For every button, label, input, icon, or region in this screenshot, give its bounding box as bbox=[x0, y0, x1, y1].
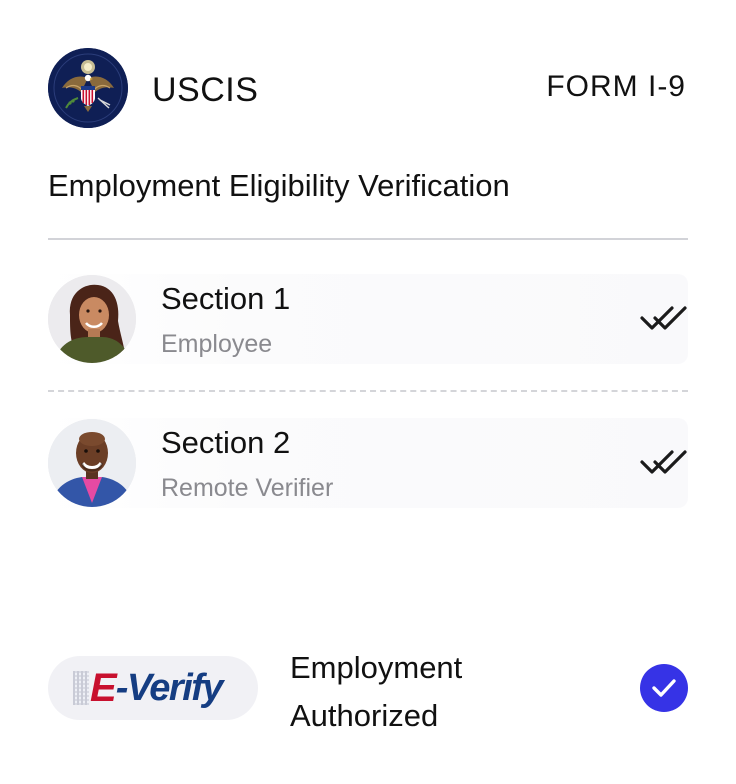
section-2-title: Section 2 bbox=[161, 425, 291, 460]
remote-verifier-avatar bbox=[48, 419, 136, 507]
employee-avatar bbox=[48, 275, 136, 363]
section-1-row[interactable]: Section 1 Employee bbox=[48, 274, 688, 364]
uscis-seal-icon bbox=[48, 48, 128, 128]
check-circle-icon bbox=[640, 664, 688, 712]
section-2-row[interactable]: Section 2 Remote Verifier bbox=[48, 418, 688, 508]
everify-status-line-1: Employment bbox=[290, 650, 463, 685]
section-divider bbox=[48, 390, 688, 392]
everify-logo-e: E bbox=[90, 666, 117, 710]
double-check-icon bbox=[640, 304, 688, 332]
everify-badge: E -Verify bbox=[48, 656, 258, 720]
everify-logo-verify: -Verify bbox=[115, 667, 224, 709]
form-title: Employment Eligibility Verification bbox=[48, 168, 510, 203]
everify-logo: E -Verify bbox=[73, 666, 224, 710]
header-divider bbox=[48, 238, 688, 240]
agency-name: USCIS bbox=[152, 71, 259, 109]
double-check-icon bbox=[640, 448, 688, 476]
section-1-title: Section 1 bbox=[161, 281, 291, 316]
flag-pattern-icon bbox=[73, 671, 89, 705]
section-1-role: Employee bbox=[161, 330, 273, 358]
section-2-role: Remote Verifier bbox=[161, 474, 334, 502]
everify-status-line-2: Authorized bbox=[290, 698, 439, 733]
form-number: FORM I-9 bbox=[546, 70, 686, 103]
everify-status: Employment Authorized bbox=[290, 644, 550, 740]
